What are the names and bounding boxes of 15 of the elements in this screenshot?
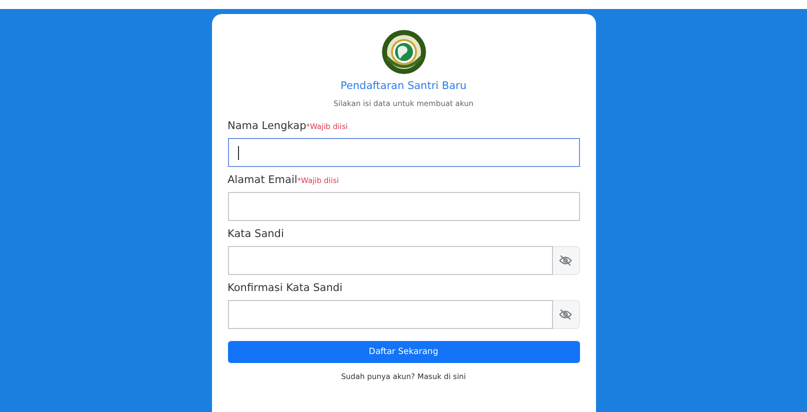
field-label: Kata Sandi bbox=[228, 228, 284, 240]
input-field[interactable] bbox=[228, 138, 580, 167]
logo-icon bbox=[382, 30, 426, 74]
input-field[interactable] bbox=[228, 192, 580, 221]
field-label: Alamat Email bbox=[228, 174, 298, 186]
eye-slash-icon bbox=[559, 254, 572, 267]
form-title: Pendaftaran Santri Baru bbox=[339, 80, 468, 92]
toggle-visibility-button[interactable] bbox=[552, 246, 580, 275]
eye-slash-icon bbox=[559, 308, 572, 321]
password-field[interactable] bbox=[228, 300, 552, 329]
field-label: Konfirmasi Kata Sandi bbox=[228, 282, 342, 294]
password-field[interactable] bbox=[228, 246, 552, 275]
field-label: Nama Lengkap bbox=[228, 120, 306, 132]
toggle-visibility-button[interactable] bbox=[552, 300, 580, 329]
register-button[interactable]: Daftar Sekarang bbox=[228, 341, 580, 363]
